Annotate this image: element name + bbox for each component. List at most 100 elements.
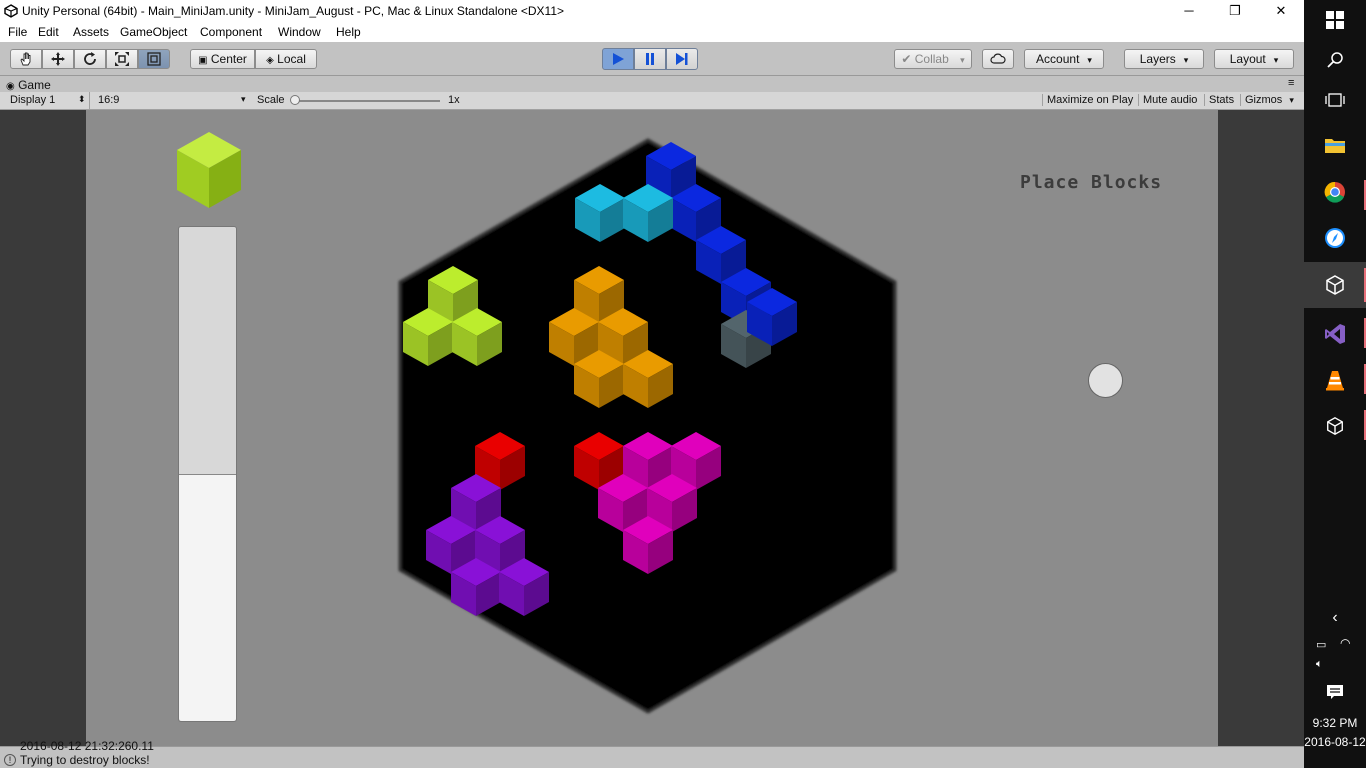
mute-audio-toggle[interactable]: Mute audio [1138,94,1201,106]
game-tab-bar: ◉ Game ≡ [0,76,1304,92]
rect-tool-button[interactable] [138,49,170,69]
round-action-button[interactable] [1088,363,1123,398]
maximize-button[interactable]: ❐ [1212,0,1258,22]
play-icon [613,53,624,65]
space-toggle-button[interactable]: ◈ Local [255,49,317,69]
hex-board [398,138,897,714]
cube-icon: ◈ [266,55,274,66]
layout-dropdown[interactable]: Layout [1214,49,1294,69]
menu-window[interactable]: Window [278,25,321,39]
tab-game-label: Game [18,78,51,92]
display-dropdown[interactable]: Display 1 ⬍ [10,94,86,106]
volume-icon[interactable]: 🔈︎ [1316,658,1323,671]
unity-icon [1326,275,1344,295]
clock-date[interactable]: 2016-08-12 [1304,735,1366,749]
scale-label: Scale [257,94,285,106]
layers-label: Layers [1139,52,1176,66]
unity-icon [1327,417,1343,435]
collab-label: Collab [914,52,949,66]
game-view[interactable]: Place Blocks [86,110,1218,746]
pause-icon [646,53,654,65]
move-tool-button[interactable] [42,49,74,69]
show-hidden-icons-button[interactable]: ‹ [1304,598,1366,638]
compass-icon [1325,228,1345,248]
close-button[interactable]: ✕ [1258,0,1304,22]
file-explorer-button[interactable] [1304,125,1366,165]
clock-time[interactable]: 9:32 PM [1304,716,1366,730]
menu-file[interactable]: File [8,25,27,39]
pivot-toggle-button[interactable]: ▣ Center [190,49,255,69]
play-button[interactable] [602,48,634,70]
minimize-button[interactable]: ─ [1166,0,1212,22]
visual-studio-button[interactable] [1304,314,1366,354]
task-view-button[interactable] [1304,80,1366,120]
tab-game[interactable]: ◉ Game [6,78,51,92]
gizmos-label: Gizmos [1245,94,1283,106]
pivot-icon: ▣ [198,55,208,66]
stats-toggle[interactable]: Stats [1204,94,1238,106]
unity-icon [4,4,18,18]
game-view-toolbar: Display 1 ⬍ 16:9 ▾ Scale 1x Maximize on … [0,92,1304,110]
console-status-bar[interactable]: 2016-08-12 21:32:260.11 ! Trying to dest… [0,739,1304,768]
dropdown-arrow-icon: ▾ [1289,95,1294,105]
step-icon [676,53,688,65]
start-button[interactable] [1304,0,1366,40]
pause-button[interactable] [634,48,666,70]
menu-gameobject[interactable]: GameObject [120,25,187,39]
layout-label: Layout [1229,52,1266,66]
chrome-icon [1324,181,1345,203]
panel-menu-icon[interactable]: ≡ [1288,77,1294,89]
battery-icon[interactable]: ▭ [1316,638,1326,651]
windows-taskbar: ‹ ▭ ◠ 🔈︎ 9:32 PM 2016-08-12 [1304,0,1366,768]
notification-icon [1327,685,1343,699]
search-button[interactable] [1304,40,1366,80]
main-toolbar: ▣ Center ◈ Local ✔ Collab Account Layers… [0,42,1304,76]
action-center-button[interactable] [1304,672,1366,712]
menu-component[interactable]: Component [200,25,262,39]
visual-studio-icon [1325,324,1345,344]
step-button[interactable] [666,48,698,70]
cloud-icon [990,53,1006,64]
rotate-tool-button[interactable] [74,49,106,69]
updown-icon: ⬍ [78,94,86,104]
window-titlebar: Unity Personal (64bit) - Main_MiniJam.un… [0,0,1304,22]
unity-hub-button[interactable] [1304,406,1366,446]
scale-icon [115,52,129,66]
wifi-icon[interactable]: ◠ [1340,636,1350,650]
aspect-label: 16:9 [98,94,120,106]
log-message: Trying to destroy blocks! [20,753,150,767]
chrome-button[interactable] [1304,172,1366,212]
scale-value: 1x [448,94,460,106]
menu-bar: File Edit Assets GameObject Component Wi… [0,22,1304,42]
menu-help[interactable]: Help [336,25,361,39]
move-arrows-icon [51,52,65,66]
browser-button[interactable] [1304,218,1366,258]
dropdown-arrow-icon: ▾ [241,94,246,104]
pivot-label: Center [210,52,247,66]
search-icon [1327,52,1343,68]
chevron-left-icon: ‹ [1332,609,1338,626]
display-label: Display 1 [10,94,56,106]
rect-transform-icon [147,52,161,66]
separator [89,92,90,110]
cloud-button[interactable] [982,49,1014,69]
log-timestamp: 2016-08-12 21:32:260.11 [20,739,154,753]
game-controller-icon: ◉ [6,81,15,92]
scale-slider-track[interactable] [294,100,440,102]
layers-dropdown[interactable]: Layers [1124,49,1204,69]
hand-icon [20,52,31,66]
scale-slider-thumb[interactable] [290,95,300,105]
collab-dropdown[interactable]: ✔ Collab [894,49,972,69]
menu-edit[interactable]: Edit [38,25,59,39]
game-status-text: Place Blocks [1020,172,1163,193]
aspect-dropdown[interactable]: 16:9 ▾ [98,94,250,106]
gizmos-dropdown[interactable]: Gizmos ▾ [1240,94,1298,106]
hand-tool-button[interactable] [10,49,42,69]
maximize-on-play-toggle[interactable]: Maximize on Play [1042,94,1137,106]
scale-tool-button[interactable] [106,49,138,69]
vlc-button[interactable] [1304,360,1366,400]
folder-icon [1325,139,1345,153]
unity-taskbar-button-active[interactable] [1304,262,1366,308]
menu-assets[interactable]: Assets [73,25,109,39]
account-dropdown[interactable]: Account [1024,49,1104,69]
